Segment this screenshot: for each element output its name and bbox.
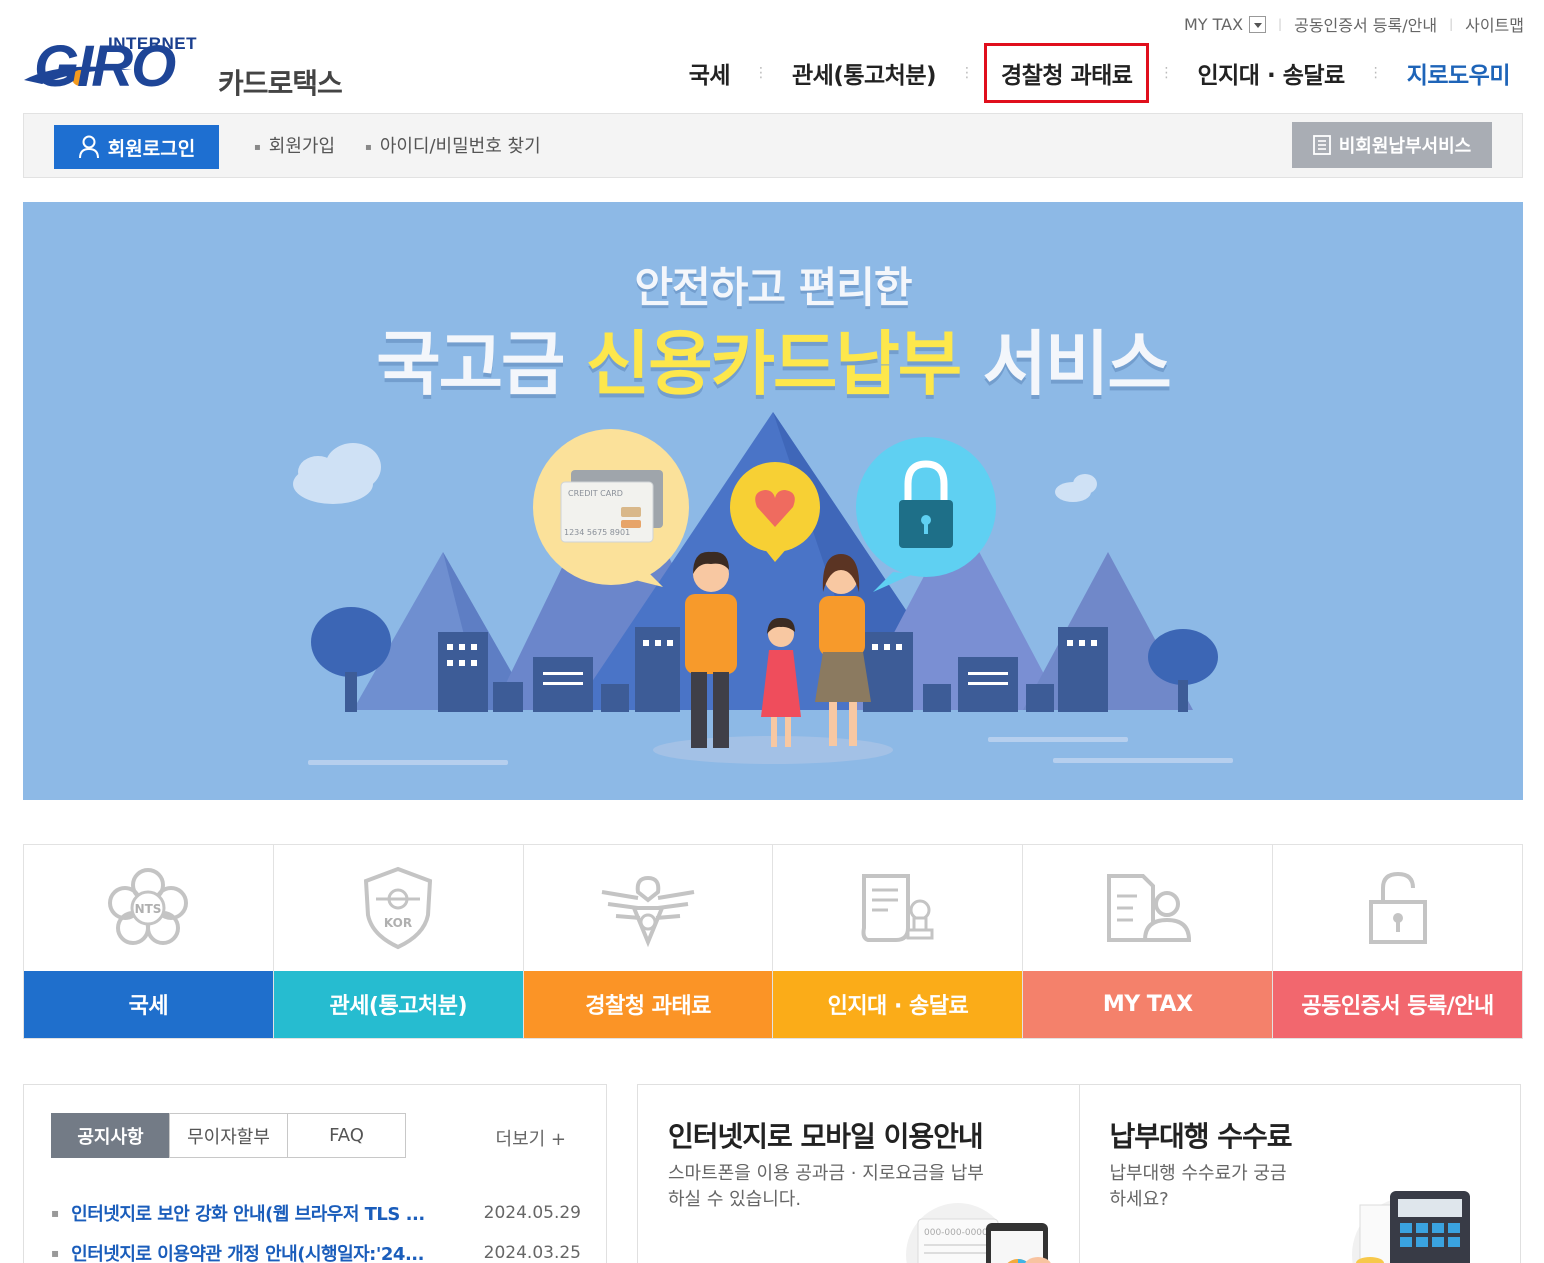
mobile-phone-illustration: 000-000-0000 — [906, 1203, 1051, 1263]
user-document-icon — [1106, 873, 1191, 942]
main-banner[interactable]: CREDIT CARD 1234 5675 8901 안전하고 편리한 국고금 … — [23, 202, 1523, 800]
document-stamp-icon — [861, 873, 934, 942]
notice-panel: 공지사항 무이자할부 FAQ 더보기 + ▪ 인터넷지로 보안 강화 안내(웹 브… — [23, 1084, 607, 1263]
fee-guide-desc: 납부대행 수수료가 궁금하세요? — [1109, 1163, 1287, 1210]
mobile-guide-title: 인터넷지로 모바일 이용안내 — [668, 1120, 984, 1153]
nav-police-fine[interactable]: 경찰청 과태료 — [984, 43, 1150, 103]
list-item[interactable]: ▪ 인터넷지로 보안 강화 안내(웹 브라우저 TLS ... 2024.05.29 — [51, 1193, 581, 1233]
police-eagle-icon — [601, 875, 695, 948]
logo-giro-text: GIRO — [34, 34, 176, 99]
nts-emblem-icon: NTS — [108, 867, 189, 945]
member-links: 회원가입 아이디/비밀번호 찾기 — [254, 132, 571, 158]
tab-notice[interactable]: 공지사항 — [51, 1113, 170, 1158]
quick-mytax[interactable]: MY TAX — [1023, 845, 1274, 1038]
notice-tabs: 공지사항 무이자할부 FAQ — [51, 1113, 406, 1158]
notice-title[interactable]: 인터넷지로 보안 강화 안내(웹 브라우저 TLS ... — [71, 1200, 444, 1226]
mobile-guide-box[interactable]: 인터넷지로 모바일 이용안내 스마트폰을 이용 공과금 · 지로요금을 납부하실… — [638, 1085, 1080, 1263]
info-panel: 인터넷지로 모바일 이용안내 스마트폰을 이용 공과금 · 지로요금을 납부하실… — [637, 1084, 1521, 1263]
notice-date: 2024.03.25 — [483, 1243, 581, 1263]
member-login-button[interactable]: 회원로그인 — [54, 125, 219, 169]
quick-national-tax-label: 국세 — [24, 970, 273, 1038]
banner-title-part1: 국고금 — [376, 323, 586, 405]
quick-cert[interactable]: 공동인증서 등록/안내 — [1273, 845, 1522, 1038]
tab-installment[interactable]: 무이자할부 — [169, 1113, 288, 1158]
notice-title[interactable]: 인터넷지로 이용약관 개정 안내(시행일자:'24... — [71, 1240, 444, 1263]
list-item[interactable]: ▪ 인터넷지로 이용약관 개정 안내(시행일자:'24... 2024.03.25 — [51, 1233, 581, 1263]
user-icon — [78, 135, 99, 159]
guest-payment-button[interactable]: 비회원납부서비스 — [1292, 122, 1492, 168]
member-bar: 회원로그인 회원가입 아이디/비밀번호 찾기 비회원납부서비스 — [23, 113, 1523, 178]
list-document-icon — [1312, 135, 1331, 155]
padlock-icon — [1368, 871, 1427, 944]
banner-subtitle: 안전하고 편리한 — [634, 263, 912, 312]
nav-national-tax[interactable]: 국세 — [675, 56, 744, 90]
banner-title-highlight: 신용카드납부 — [585, 323, 962, 405]
tab-faq[interactable]: FAQ — [287, 1113, 406, 1158]
quick-national-tax[interactable]: NTS 국세 — [24, 845, 274, 1038]
quick-menu: NTS 국세 KOR 관세(통고처분) 경찰청 과태료 인지대 · 송달료 MY… — [23, 844, 1523, 1039]
notice-date: 2024.05.29 — [483, 1203, 581, 1223]
customs-icon-text: KOR — [384, 916, 412, 930]
quick-stamp-fee[interactable]: 인지대 · 송달료 — [773, 845, 1024, 1038]
customs-shield-icon: KOR — [364, 866, 433, 950]
cert-link[interactable]: 공동인증서 등록/안내 — [1294, 12, 1437, 36]
logo-cardtax-text: 카드로택스 — [218, 67, 343, 100]
mytax-dropdown-icon[interactable] — [1249, 15, 1267, 33]
banner-title-part3: 서비스 — [960, 323, 1172, 405]
phone-number-text: 000-000-0000 — [924, 1228, 988, 1238]
quick-cert-label: 공동인증서 등록/안내 — [1273, 970, 1522, 1038]
quick-police-fine-label: 경찰청 과태료 — [523, 970, 773, 1038]
join-link[interactable]: 회원가입 — [254, 132, 335, 158]
notice-list: ▪ 인터넷지로 보안 강화 안내(웹 브라우저 TLS ... 2024.05.29… — [51, 1193, 581, 1263]
credit-card-text: CREDIT CARD — [568, 489, 623, 498]
banner-title: 국고금 신용카드납부 서비스 — [23, 308, 1523, 409]
giro-logo[interactable]: INTERNET GIRO 카드로택스 — [22, 34, 362, 104]
quick-customs-label: 관세(통고처분) — [273, 970, 523, 1038]
nts-icon-text: NTS — [135, 902, 162, 916]
credit-card-number: 1234 5675 8901 — [564, 528, 630, 537]
sitemap-link[interactable]: 사이트맵 — [1465, 12, 1524, 36]
guest-payment-label: 비회원납부서비스 — [1338, 136, 1472, 157]
fee-guide-box[interactable]: 납부대행 수수료 납부대행 수수료가 궁금하세요? — [1080, 1085, 1521, 1263]
fee-guide-title: 납부대행 수수료 — [1109, 1120, 1293, 1153]
notice-more-link[interactable]: 더보기 + — [496, 1125, 566, 1151]
utility-links: MY TAX | 공동인증서 등록/안내 | 사이트맵 — [1184, 12, 1524, 36]
quick-customs[interactable]: KOR 관세(통고처분) — [273, 845, 524, 1038]
nav-stamp-fee[interactable]: 인지대 · 송달료 — [1183, 56, 1358, 90]
calculator-illustration — [1351, 1191, 1470, 1263]
quick-police-fine[interactable]: 경찰청 과태료 — [523, 845, 774, 1038]
mytax-link[interactable]: MY TAX — [1184, 15, 1243, 34]
main-nav: 국세 ⋮ 관세(통고처분) ⋮ 경찰청 과태료 ⋮ 인지대 · 송달료 ⋮ 지로… — [675, 43, 1524, 103]
quick-mytax-label: MY TAX — [1023, 970, 1273, 1038]
find-account-link[interactable]: 아이디/비밀번호 찾기 — [365, 132, 541, 158]
quick-stamp-fee-label: 인지대 · 송달료 — [773, 970, 1023, 1038]
member-login-label: 회원로그인 — [107, 137, 196, 160]
nav-giro-helper[interactable]: 지로도우미 — [1393, 56, 1524, 90]
nav-customs[interactable]: 관세(통고처분) — [778, 56, 950, 90]
